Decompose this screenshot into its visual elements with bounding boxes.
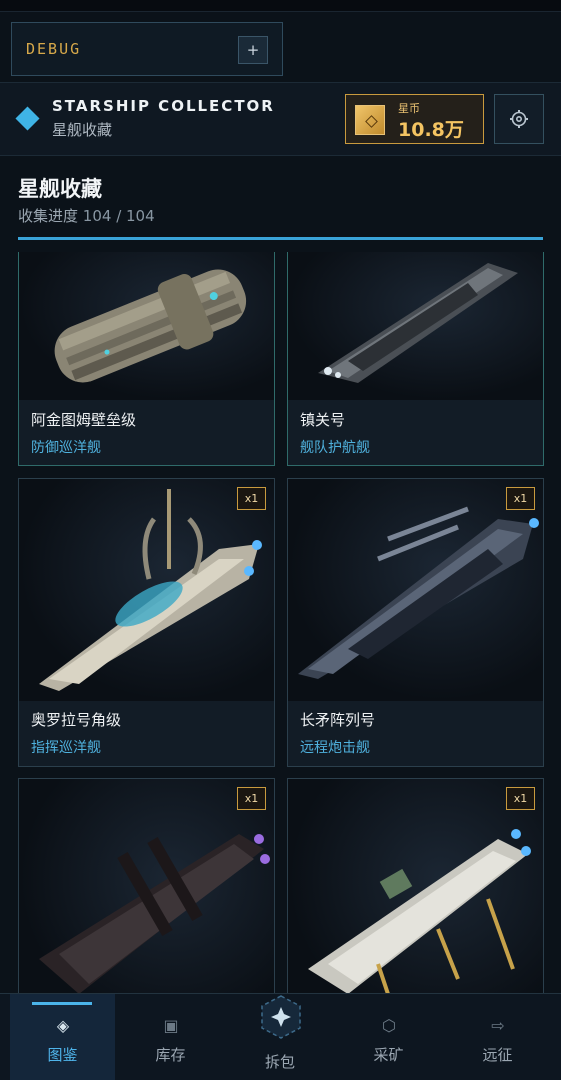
- ship-name: 镇关号: [300, 411, 346, 429]
- settings-button[interactable]: [494, 94, 544, 144]
- ship-image: [288, 252, 543, 400]
- currency-display[interactable]: 星币 10.8万: [345, 94, 484, 144]
- tab-label: 拆包: [264, 1053, 295, 1071]
- debug-label: DEBUG: [26, 40, 82, 58]
- ship-card[interactable]: x1: [287, 778, 544, 993]
- app-header: STARSHIP COLLECTOR 星舰收藏 星币 10.8万: [0, 82, 561, 156]
- bottom-tab-bar: ◈ 图鉴 ▣ 库存 拆包 ⬡ 采矿 ⇨ 远征: [0, 993, 561, 1080]
- ship-type: 舰队护航舰: [300, 440, 370, 456]
- ship-grid[interactable]: 阿金图姆壁垒级 防御巡洋舰 镇关号 舰队护航舰 x1 奥罗拉号角级 指挥巡洋舰 …: [0, 252, 561, 993]
- tab-mining[interactable]: ⬡ 采矿: [336, 994, 441, 1080]
- unpack-icon: [261, 995, 301, 1039]
- top-status-strip: [0, 0, 561, 12]
- ship-name: 阿金图姆壁垒级: [31, 411, 137, 429]
- tab-label: 图鉴: [47, 1046, 78, 1064]
- progress-bar: [18, 237, 543, 240]
- app-logo-icon: [15, 106, 40, 131]
- mining-icon: ⬡: [382, 1016, 396, 1035]
- page-title: 星舰收藏: [18, 177, 102, 201]
- currency-label: 星币: [398, 102, 420, 115]
- expedition-icon: ⇨: [491, 1016, 505, 1035]
- ship-image: [19, 479, 274, 701]
- collection-progress: 收集进度 104 / 104: [18, 205, 155, 226]
- app-subtitle: 星舰收藏: [52, 121, 113, 139]
- debug-expand-button[interactable]: +: [238, 36, 268, 64]
- ship-card[interactable]: x1 长矛阵列号 远程炮击舰: [287, 478, 544, 767]
- ship-count-badge: x1: [506, 487, 535, 510]
- currency-value: 10.8万: [398, 119, 464, 141]
- codex-icon: ◈: [56, 1016, 70, 1035]
- ship-name: 长矛阵列号: [300, 711, 376, 729]
- ship-type: 远程炮击舰: [300, 740, 370, 756]
- inventory-icon: ▣: [163, 1016, 179, 1035]
- coin-icon: [355, 105, 385, 135]
- progress-value: 104 / 104: [82, 207, 155, 225]
- tab-label: 远征: [482, 1046, 513, 1064]
- tab-codex[interactable]: ◈ 图鉴: [10, 994, 115, 1080]
- ship-card[interactable]: x1 奥罗拉号角级 指挥巡洋舰: [18, 478, 275, 767]
- ship-image: [288, 779, 543, 993]
- debug-panel[interactable]: DEBUG +: [11, 22, 283, 76]
- app-title: STARSHIP COLLECTOR: [52, 97, 275, 115]
- ship-card[interactable]: x1: [18, 778, 275, 993]
- ship-card[interactable]: 阿金图姆壁垒级 防御巡洋舰: [18, 252, 275, 466]
- ship-image: [288, 479, 543, 701]
- ship-image: [19, 779, 274, 993]
- ship-type: 指挥巡洋舰: [31, 740, 101, 756]
- tab-expedition[interactable]: ⇨ 远征: [445, 994, 550, 1080]
- tab-label: 采矿: [373, 1046, 404, 1064]
- tab-inventory[interactable]: ▣ 库存: [118, 994, 223, 1080]
- gear-icon: [510, 110, 528, 128]
- ship-name: 奥罗拉号角级: [31, 711, 122, 729]
- ship-card[interactable]: 镇关号 舰队护航舰: [287, 252, 544, 466]
- ship-type: 防御巡洋舰: [31, 440, 101, 456]
- progress-label: 收集进度: [18, 207, 79, 225]
- progress-bar-fill: [18, 237, 543, 240]
- tab-label: 库存: [155, 1046, 186, 1064]
- ship-count-badge: x1: [237, 787, 266, 810]
- ship-count-badge: x1: [237, 487, 266, 510]
- ship-image: [19, 252, 274, 400]
- ship-count-badge: x1: [506, 787, 535, 810]
